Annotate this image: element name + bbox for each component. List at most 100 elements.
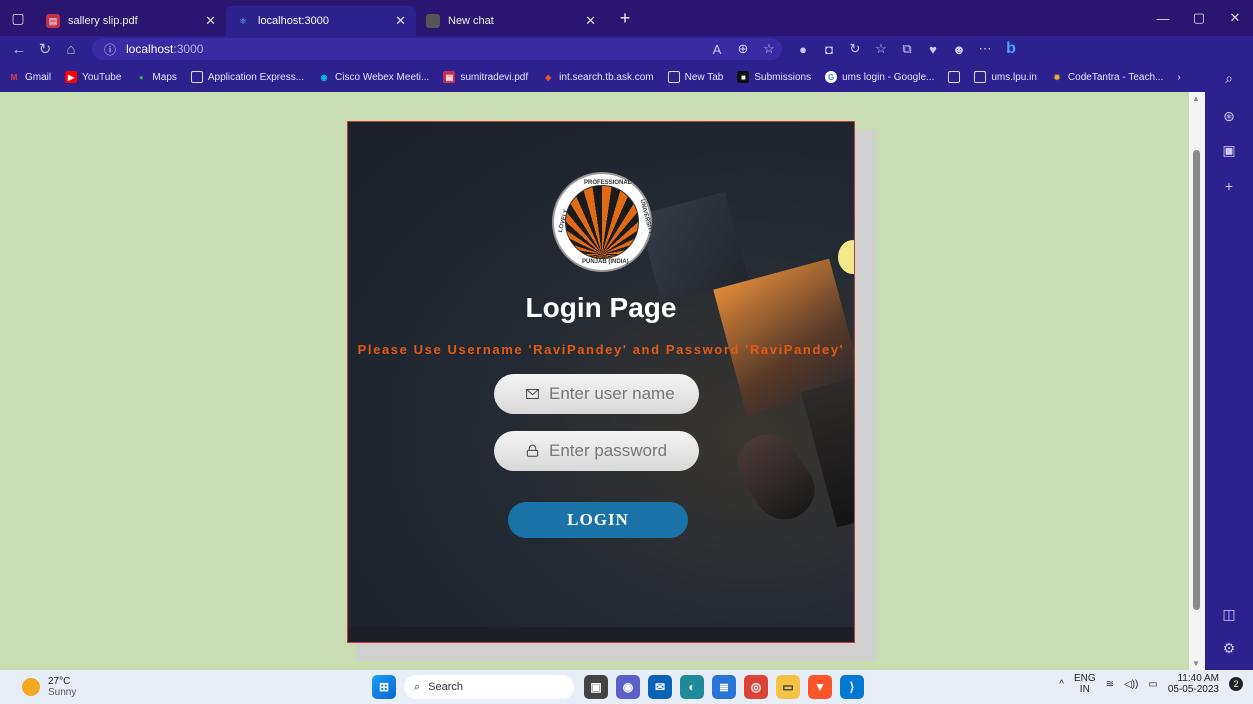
volume-icon[interactable]: ◁)) [1124, 679, 1138, 690]
address-bar[interactable]: ⓘ localhost :3000 A ⊕ ☆ [92, 38, 782, 60]
bookmark-maps[interactable]: ● Maps [135, 71, 177, 83]
bookmark-webex[interactable]: ◉ Cisco Webex Meeti... [318, 71, 430, 83]
file-explorer-icon[interactable]: ▭ [776, 675, 800, 699]
back-icon[interactable]: ← [6, 36, 32, 62]
credentials-hint: Please Use Username 'RaviPandey' and Pas… [357, 342, 845, 357]
bookmark-label: Gmail [25, 71, 52, 83]
close-tab-icon[interactable]: ✕ [585, 13, 596, 29]
close-tab-icon[interactable]: ✕ [205, 13, 216, 29]
language-indicator[interactable]: ENG IN [1074, 673, 1096, 695]
logo-text: UNIVERSITY [638, 198, 654, 236]
settings-icon[interactable]: ⚙ [1205, 640, 1253, 657]
username-input[interactable] [549, 384, 699, 404]
bookmark-apex[interactable]: Application Express... [190, 71, 304, 83]
bookmarks-bar: M Gmail ▶ YouTube ● Maps Application Expres… [0, 62, 1205, 92]
tab-localhost[interactable]: ⚛ localhost:3000 ✕ [226, 6, 416, 36]
extension-icon[interactable]: ◘ [816, 36, 842, 62]
vscode-icon[interactable]: ⟩ [840, 675, 864, 699]
weather-desc: Sunny [48, 687, 77, 698]
tab-sallery-slip[interactable]: ▤ sallery slip.pdf ✕ [36, 6, 226, 36]
more-bookmarks-icon[interactable]: › [1177, 72, 1180, 83]
info-icon[interactable]: ⓘ [104, 41, 116, 58]
edge-taskbar-icon[interactable]: ◐ [680, 675, 704, 699]
username-field[interactable] [494, 374, 699, 414]
bookmark-ums-login[interactable]: Gums login - Google... [825, 71, 934, 83]
zoom-icon[interactable]: ⊕ [730, 36, 756, 62]
edge-sidebar: ⌕ ⊛ ▣ + ◫ ⚙ [1205, 36, 1253, 670]
bookmark-youtube[interactable]: ▶ YouTube [65, 71, 121, 83]
bookmark-gmail[interactable]: M Gmail [8, 71, 51, 83]
health-icon[interactable]: ♥ [920, 36, 946, 62]
favorites-icon[interactable]: ☆ [868, 36, 894, 62]
brave-icon[interactable]: ▼ [808, 675, 832, 699]
hidden-icons-chevron-icon[interactable]: ^ [1059, 679, 1064, 690]
read-aloud-icon[interactable]: A [704, 36, 730, 62]
logo-emblem [565, 185, 639, 259]
bookmark-ums[interactable]: ums.lpu.in [974, 71, 1037, 83]
sidebar-toggle-icon[interactable]: ◫ [1205, 606, 1253, 623]
more-icon[interactable]: ⋯ [972, 36, 998, 62]
notepad-icon[interactable]: ≣ [712, 675, 736, 699]
discover-icon[interactable]: ⊛ [1205, 108, 1253, 125]
bookmark-label: Cisco Webex Meeti... [335, 71, 430, 83]
youtube-icon: ▶ [65, 71, 78, 83]
decor-cylinder [725, 422, 827, 532]
office-icon[interactable]: ▣ [1205, 142, 1253, 159]
taskbar-search[interactable]: ⌕ Search [404, 675, 574, 699]
clock-date: 05-05-2023 [1167, 684, 1219, 695]
bookmark-newtab[interactable]: New Tab [667, 71, 723, 83]
scrollbar-thumb[interactable] [1193, 150, 1200, 610]
login-button[interactable]: LOGIN [508, 502, 688, 538]
page-icon [974, 71, 987, 83]
maps-icon: ● [139, 72, 144, 82]
decor-light [838, 240, 854, 274]
tab-actions-icon[interactable]: ▢ [0, 0, 36, 36]
minimize-button[interactable]: — [1145, 0, 1181, 36]
clock-time: 11:40 AM [1177, 673, 1219, 684]
clock[interactable]: 11:40 AM 05-05-2023 [1168, 673, 1219, 695]
chrome-icon[interactable]: ◎ [744, 675, 768, 699]
refresh-icon[interactable]: ↻ [32, 36, 58, 62]
close-window-button[interactable]: ✕ [1217, 0, 1253, 36]
add-icon[interactable]: + [1205, 178, 1253, 194]
password-field[interactable] [494, 431, 699, 471]
teams-chat-icon[interactable]: ◉ [616, 675, 640, 699]
mail-app-icon[interactable]: ✉ [648, 675, 672, 699]
bing-icon[interactable]: b [998, 36, 1024, 62]
scroll-down-icon[interactable]: ▼ [1192, 659, 1200, 668]
sun-icon [22, 678, 40, 696]
close-tab-icon[interactable]: ✕ [395, 13, 406, 29]
restore-button[interactable]: ▢ [1181, 0, 1217, 36]
submissions-icon: ■ [737, 71, 750, 83]
home-icon[interactable]: ⌂ [58, 36, 84, 62]
profile-avatar-icon[interactable]: ☻ [946, 36, 972, 62]
page-icon [190, 71, 203, 83]
task-view-icon[interactable]: ▣ [584, 675, 608, 699]
tab-label: sallery slip.pdf [68, 15, 138, 27]
tab-new-chat[interactable]: New chat ✕ [416, 6, 606, 36]
bookmark-intsearch[interactable]: ◆ int.search.tb.ask.com [542, 71, 654, 83]
refresh-extension-icon[interactable]: ↻ [842, 36, 868, 62]
search-label: Search [428, 681, 464, 693]
scrollbar[interactable]: ▲ ▼ [1189, 92, 1205, 670]
password-input[interactable] [549, 441, 699, 461]
extension-icon[interactable]: ● [790, 36, 816, 62]
collections-icon[interactable]: ⧉ [894, 36, 920, 62]
battery-icon[interactable]: ▭ [1148, 679, 1157, 690]
wifi-icon[interactable]: ≋ [1106, 679, 1114, 690]
favorite-add-icon[interactable]: ☆ [756, 36, 782, 62]
weather-widget[interactable]: 27°C Sunny [22, 676, 76, 698]
bookmark-pdf[interactable]: ▤ sumitradevi.pdf [443, 71, 528, 83]
new-tab-button[interactable]: + [610, 3, 640, 33]
bookmark-label: YouTube [82, 71, 122, 83]
bookmark-page[interactable] [948, 71, 961, 83]
search-icon[interactable]: ⌕ [1205, 70, 1253, 87]
lang-bottom: IN [1079, 684, 1090, 695]
windows-start-icon[interactable]: ⊞ [372, 675, 396, 699]
scroll-up-icon[interactable]: ▲ [1192, 94, 1200, 103]
bookmark-label: sumitradevi.pdf [460, 71, 529, 83]
notification-badge[interactable]: 2 [1229, 677, 1243, 691]
tab-label: New chat [448, 15, 494, 27]
bookmark-submissions[interactable]: ■ Submissions [737, 71, 811, 83]
bookmark-codetantra[interactable]: ✹ CodeTantra - Teach... [1051, 71, 1164, 83]
